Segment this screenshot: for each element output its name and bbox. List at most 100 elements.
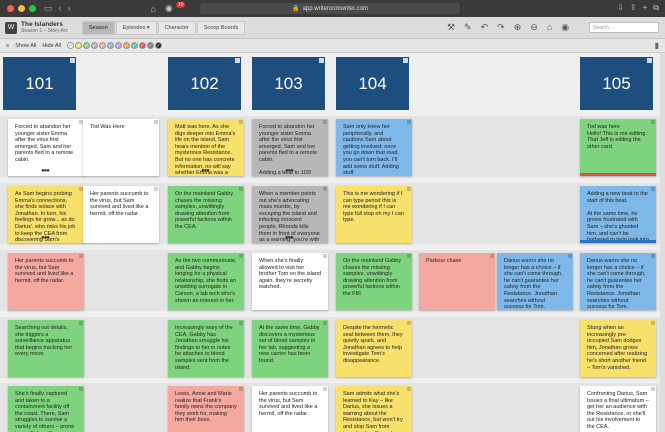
more-icon[interactable]: ●●● bbox=[285, 235, 294, 242]
zoom-out-icon[interactable]: ⊖ bbox=[530, 22, 538, 33]
story-card[interactable]: Darius warns she no longer has a choice … bbox=[497, 253, 573, 310]
vertical-scrollbar[interactable] bbox=[660, 53, 665, 432]
tab-character[interactable]: Character bbox=[157, 21, 196, 35]
story-card[interactable]: Adding a new beat to the start of this b… bbox=[580, 186, 656, 243]
story-card[interactable]: As the two communicate, and Gabby begins… bbox=[168, 253, 244, 310]
hide-all-button[interactable]: Hide All bbox=[42, 43, 61, 49]
story-card[interactable]: On the mainland Gabby chases the missing… bbox=[336, 253, 412, 310]
home-icon[interactable]: ⌂ bbox=[151, 4, 156, 14]
story-card-text: Forced to abandon her younger sister Emm… bbox=[15, 124, 74, 163]
story-card[interactable]: Sam only knew her peripherally, and caut… bbox=[336, 119, 412, 176]
story-card[interactable]: Lewis, Annie and Marie realize that Fran… bbox=[168, 386, 244, 432]
forward-arrow-icon[interactable]: › bbox=[68, 3, 71, 14]
story-card[interactable]: Tod was here Hello! This is me editing. … bbox=[580, 119, 656, 176]
more-icon[interactable]: ●●● bbox=[201, 168, 210, 175]
color-filter-chip[interactable]: ✓ bbox=[66, 42, 74, 49]
undo-icon[interactable]: ↶ bbox=[481, 22, 489, 33]
menu-icon[interactable]: ≡ bbox=[6, 43, 9, 49]
story-card[interactable]: At the same time, Gabby discovers a myst… bbox=[252, 320, 328, 377]
color-filter-chip[interactable]: ✓ bbox=[154, 42, 162, 49]
app-logo[interactable]: W bbox=[5, 21, 17, 34]
card-corner-icon bbox=[407, 321, 411, 325]
panel-toggle-icon[interactable]: ▮ bbox=[655, 41, 659, 50]
story-card-text: Her parents succumb to the virus, but Sa… bbox=[259, 391, 318, 417]
close-window-button[interactable] bbox=[7, 5, 14, 12]
show-all-button[interactable]: Show All bbox=[15, 43, 36, 49]
card-corner-icon bbox=[407, 254, 411, 258]
story-card[interactable]: Parkour chase bbox=[419, 253, 495, 310]
story-card[interactable]: Forced to abandon her younger sister Emm… bbox=[8, 119, 84, 176]
card-corner-icon bbox=[323, 387, 327, 391]
address-bar[interactable]: 🔒 app.writeroomwriter.com bbox=[200, 3, 460, 14]
new-tab-icon[interactable]: + bbox=[643, 3, 648, 13]
story-card[interactable]: Despite the hermetic seal between them, … bbox=[336, 320, 412, 377]
episode-header-104[interactable]: 104 bbox=[336, 57, 409, 110]
card-corner-icon bbox=[79, 254, 83, 258]
card-corner-icon bbox=[651, 387, 655, 391]
color-filter-chip[interactable]: ✓ bbox=[114, 42, 122, 49]
color-filter-chip[interactable]: ✓ bbox=[74, 42, 82, 49]
story-card[interactable]: Sam admits what she's learned to Kay – l… bbox=[336, 386, 412, 432]
maximize-window-button[interactable] bbox=[29, 5, 36, 12]
back-arrow-icon[interactable]: ‹ bbox=[59, 3, 62, 14]
project-title: The Islanders bbox=[21, 20, 63, 28]
episode-header-105[interactable]: 105 bbox=[580, 57, 653, 110]
share-icon[interactable]: ⇪ bbox=[630, 3, 637, 13]
zoom-in-icon[interactable]: ⊕ bbox=[514, 22, 522, 33]
home-view-icon[interactable]: ⌂ bbox=[547, 22, 552, 33]
story-card[interactable]: Forced to abandon her younger sister Emm… bbox=[252, 119, 328, 176]
story-card[interactable]: When she's finally allowed to visit her … bbox=[252, 253, 328, 310]
story-card[interactable]: When a member points out she's advocatin… bbox=[252, 186, 328, 243]
story-card[interactable]: She's finally captured and taken to a co… bbox=[8, 386, 84, 432]
sidebar-toggle-icon[interactable]: ▭ bbox=[44, 3, 53, 14]
tab-episodes[interactable]: Episodes ▾ bbox=[115, 21, 157, 35]
story-card[interactable]: Tod Was Here bbox=[83, 119, 159, 176]
story-card[interactable]: Her parents succumb to the virus, but Sa… bbox=[252, 386, 328, 432]
eye-icon[interactable]: ◉ bbox=[561, 22, 569, 33]
card-corner-icon bbox=[239, 254, 243, 258]
tab-scoop-boards[interactable]: Scoop Boards bbox=[196, 21, 246, 35]
minimize-window-button[interactable] bbox=[18, 5, 25, 12]
tab-season[interactable]: Season bbox=[82, 21, 115, 35]
story-card[interactable]: Darius warns she no longer has a choice … bbox=[580, 253, 656, 310]
story-card[interactable]: Matt was here. As she digs deeper into E… bbox=[168, 119, 244, 176]
story-card[interactable]: Confronting Darius, Sam issues a final u… bbox=[580, 386, 656, 432]
color-filter-chip[interactable]: ✓ bbox=[106, 42, 114, 49]
more-icon[interactable]: ●●● bbox=[41, 235, 50, 242]
story-card-text: She's finally captured and taken to a co… bbox=[15, 391, 75, 432]
project-subtitle: Season 1 – Story Arc bbox=[21, 27, 68, 34]
story-card[interactable]: Her parents succumb to the virus, but Sa… bbox=[8, 253, 84, 310]
header-tools: ⚒ ✎ ↶ ↷ ⊕ ⊖ ⌂ ◉ bbox=[447, 22, 569, 33]
story-card[interactable]: On the mainland Gabby chases the missing… bbox=[168, 186, 244, 243]
tools-icon[interactable]: ⚒ bbox=[447, 22, 455, 33]
more-icon[interactable]: ●●● bbox=[285, 168, 294, 175]
episode-header-102[interactable]: 102 bbox=[168, 57, 241, 110]
tabs-overview-icon[interactable]: ⧉ bbox=[653, 3, 659, 13]
card-corner-icon bbox=[490, 254, 494, 258]
card-corner-icon bbox=[79, 321, 83, 325]
redo-icon[interactable]: ↷ bbox=[497, 22, 505, 33]
edit-icon[interactable]: ✎ bbox=[464, 22, 472, 33]
story-card[interactable]: Her parents succumb to the virus, but Sa… bbox=[83, 186, 159, 243]
episode-header-103[interactable]: 103 bbox=[252, 57, 325, 110]
color-filter-chip[interactable]: ✓ bbox=[82, 42, 90, 49]
color-filter-chip[interactable]: ✓ bbox=[130, 42, 138, 49]
color-filter-chip[interactable]: ✓ bbox=[98, 42, 106, 49]
card-corner-icon bbox=[407, 120, 411, 124]
card-corner-icon bbox=[568, 254, 572, 258]
story-card[interactable]: Searching out details, she triggers a su… bbox=[8, 320, 84, 377]
story-card[interactable]: Stung when an increasingly pre-occupied … bbox=[580, 320, 656, 377]
card-corner-icon bbox=[323, 187, 327, 191]
extension-icon[interactable]: ◉ bbox=[165, 3, 173, 14]
color-filter-chip[interactable]: ✓ bbox=[90, 42, 98, 49]
color-filter-chip[interactable]: ✓ bbox=[138, 42, 146, 49]
color-filter-chip[interactable]: ✓ bbox=[122, 42, 130, 49]
search-input[interactable]: Search... bbox=[589, 22, 659, 33]
episode-header-101[interactable]: 101 bbox=[3, 57, 76, 110]
story-card[interactable]: Increasingly wary of the CEA, Gabby has … bbox=[168, 320, 244, 377]
story-card[interactable]: This is me wondering if I can type perio… bbox=[336, 186, 412, 243]
story-card[interactable]: As Sam begins probing Emma's connections… bbox=[8, 186, 84, 243]
more-icon[interactable]: ●●● bbox=[41, 168, 50, 175]
color-filter-chip[interactable]: ✓ bbox=[146, 42, 154, 49]
download-icon[interactable]: ⇩ bbox=[617, 3, 624, 13]
